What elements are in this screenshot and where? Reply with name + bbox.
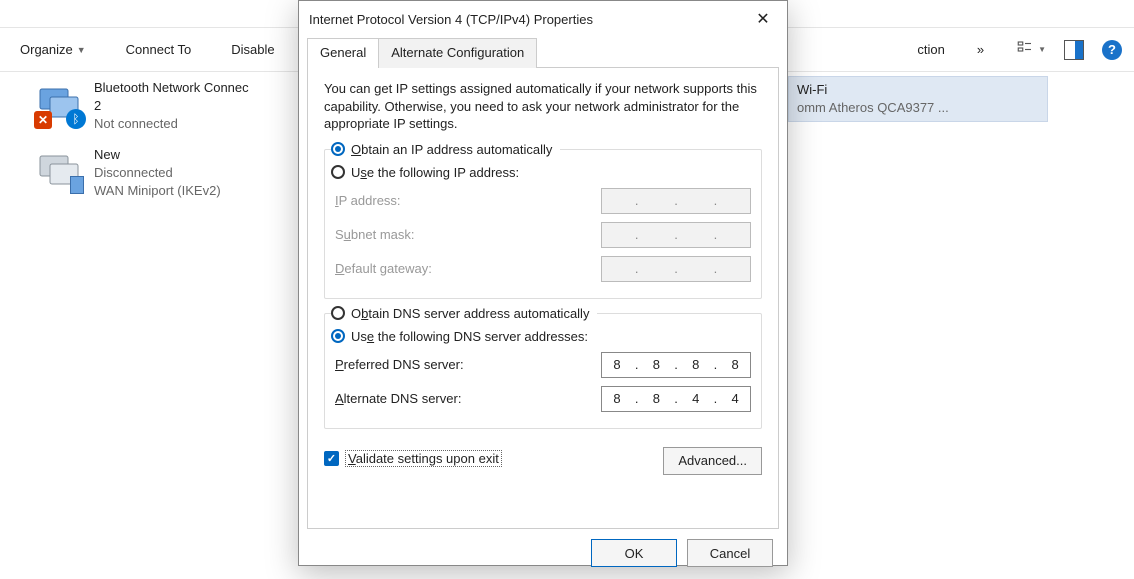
preferred-dns-input[interactable]: 8. 8. 8. 8 [601, 352, 751, 378]
alternate-dns-label: Alternate DNS server: [335, 391, 461, 406]
subnet-mask-row: Subnet mask: ... [335, 218, 751, 252]
cancel-button[interactable]: Cancel [687, 539, 773, 567]
ip-address-group: Obtain an IP address automatically Use t… [324, 149, 762, 299]
disable-label: Disable [231, 42, 274, 57]
network-adapter: WAN Miniport (IKEv2) [94, 182, 221, 200]
subnet-mask-label: Subnet mask: [335, 227, 415, 242]
network-item-new[interactable]: New Disconnected WAN Miniport (IKEv2) [30, 143, 310, 204]
network-item-wifi[interactable]: Wi-Fi omm Atheros QCA9377 ... [788, 76, 1048, 122]
dialog-buttons: OK Cancel [299, 539, 787, 579]
view-options-button[interactable]: ▼ [1016, 39, 1046, 60]
connect-to-button[interactable]: Connect To [118, 34, 200, 66]
validate-settings-checkbox[interactable]: ✓ Validate settings upon exit [324, 450, 502, 467]
preferred-dns-label: Preferred DNS server: [335, 357, 464, 372]
network-title: Bluetooth Network Connec [94, 79, 249, 97]
network-status: Disconnected [94, 164, 221, 182]
disable-button[interactable]: Disable [223, 34, 282, 66]
vpn-network-icon [36, 146, 84, 194]
dns-group: Obtain DNS server address automatically … [324, 313, 762, 429]
radio-icon [331, 306, 345, 320]
error-overlay-icon: ✕ [34, 111, 52, 129]
cancel-label: Cancel [710, 546, 750, 561]
toolbar-more-button[interactable]: » [969, 34, 992, 66]
default-gateway-row: Default gateway: ... [335, 252, 751, 286]
radio-label: Use the following IP address: [351, 165, 519, 180]
help-icon[interactable]: ? [1102, 40, 1122, 60]
preferred-dns-row: Preferred DNS server: 8. 8. 8. 8 [335, 348, 751, 382]
radio-use-following-dns[interactable]: Use the following DNS server addresses: [331, 325, 751, 348]
network-adapter: omm Atheros QCA9377 ... [797, 99, 949, 117]
alternate-dns-row: Alternate DNS server: 8. 8. 4. 4 [335, 382, 751, 416]
ip-address-label: IP address: [335, 193, 401, 208]
chevron-more-icon: » [977, 42, 984, 57]
tab-general-label: General [320, 45, 366, 60]
overflow-text-label: ction [917, 42, 944, 57]
connect-to-label: Connect To [126, 42, 192, 57]
default-gateway-label: Default gateway: [335, 261, 432, 276]
organize-label: Organize [20, 42, 73, 57]
network-title: New [94, 146, 221, 164]
advanced-label: Advanced... [678, 453, 747, 468]
radio-label: Obtain an IP address automatically [351, 142, 552, 157]
alternate-dns-input[interactable]: 8. 8. 4. 4 [601, 386, 751, 412]
radio-icon [331, 142, 345, 156]
dialog-title: Internet Protocol Version 4 (TCP/IPv4) P… [309, 12, 749, 27]
radio-obtain-dns-auto[interactable]: Obtain DNS server address automatically [331, 302, 597, 325]
radio-obtain-ip-auto[interactable]: Obtain an IP address automatically [331, 138, 560, 161]
radio-icon [331, 165, 345, 179]
ip-address-row: IP address: ... [335, 184, 751, 218]
ip-address-input: ... [601, 188, 751, 214]
network-item-bluetooth[interactable]: ✕ ᛒ Bluetooth Network Connec 2 Not conne… [30, 76, 310, 137]
ok-label: OK [625, 546, 644, 561]
default-gateway-input: ... [601, 256, 751, 282]
tab-alt-label: Alternate Configuration [391, 45, 524, 60]
checkbox-icon: ✓ [324, 451, 339, 466]
overflow-text: ction [917, 34, 944, 66]
server-overlay-icon [70, 176, 84, 194]
validate-settings-label: Validate settings upon exit [345, 450, 502, 467]
radio-label: Use the following DNS server addresses: [351, 329, 588, 344]
dialog-titlebar[interactable]: Internet Protocol Version 4 (TCP/IPv4) P… [299, 1, 787, 37]
bluetooth-network-icon: ✕ ᛒ [36, 79, 84, 127]
close-button[interactable]: ✕ [749, 5, 777, 33]
radio-use-following-ip[interactable]: Use the following IP address: [331, 161, 751, 184]
radio-icon [331, 329, 345, 343]
tab-alternate-configuration[interactable]: Alternate Configuration [378, 38, 537, 68]
ipv4-properties-dialog: Internet Protocol Version 4 (TCP/IPv4) P… [298, 0, 788, 566]
network-status: Not connected [94, 115, 249, 133]
subnet-mask-input: ... [601, 222, 751, 248]
radio-label: Obtain DNS server address automatically [351, 306, 589, 321]
ok-button[interactable]: OK [591, 539, 677, 567]
chevron-down-icon: ▼ [1038, 45, 1046, 54]
dialog-tabs: General Alternate Configuration [307, 37, 787, 67]
advanced-button[interactable]: Advanced... [663, 447, 762, 475]
view-grid-icon [1016, 39, 1034, 60]
preview-pane-toggle[interactable] [1064, 40, 1084, 60]
network-title-line2: 2 [94, 97, 249, 115]
network-title: Wi-Fi [797, 81, 949, 99]
organize-button[interactable]: Organize ▼ [12, 34, 94, 66]
ip-description: You can get IP settings assigned automat… [324, 80, 762, 133]
bluetooth-overlay-icon: ᛒ [66, 109, 86, 129]
tab-general[interactable]: General [307, 38, 379, 68]
tab-body-general: You can get IP settings assigned automat… [307, 67, 779, 529]
chevron-down-icon: ▼ [77, 45, 86, 55]
